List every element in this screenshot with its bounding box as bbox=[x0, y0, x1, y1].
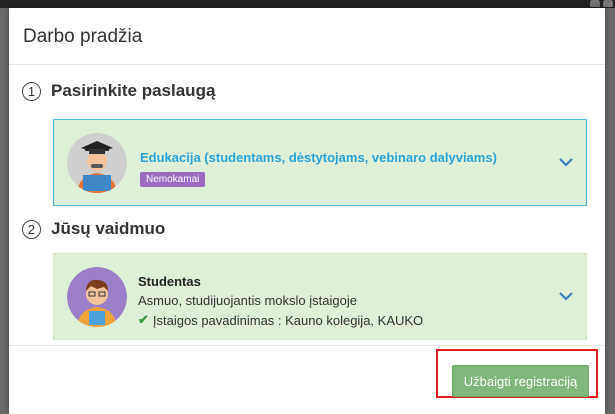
role-name: Studentas bbox=[138, 274, 201, 289]
chevron-down-icon[interactable] bbox=[558, 290, 574, 302]
modal-title: Darbo pradžia bbox=[23, 26, 143, 47]
chevron-down-icon[interactable] bbox=[558, 156, 574, 168]
step-1-title: Pasirinkite paslaugą bbox=[51, 81, 216, 100]
top-bar-icons bbox=[590, 0, 613, 8]
check-icon: ✔ bbox=[138, 312, 149, 327]
start-modal: Darbo pradžia 1 Pasirinkite paslaugą Edu… bbox=[9, 8, 605, 414]
user-icon[interactable] bbox=[590, 0, 600, 7]
step-1-heading: 1 Pasirinkite paslaugą bbox=[22, 81, 215, 101]
finish-registration-button[interactable]: Užbaigti registraciją bbox=[452, 365, 589, 397]
role-description: Asmuo, studijuojantis mokslo įstaigoje bbox=[138, 293, 357, 308]
service-card[interactable]: Edukacija (studentams, dėstytojams, vebi… bbox=[53, 119, 587, 206]
institution-text: Įstaigos pavadinimas : Kauno kolegija, K… bbox=[152, 312, 424, 328]
background-right-edge bbox=[605, 8, 615, 414]
role-institution: ✔ Įstaigos pavadinimas : Kauno kolegija,… bbox=[138, 312, 423, 328]
footer-divider bbox=[9, 345, 605, 346]
header-divider bbox=[9, 64, 605, 65]
step-1-number: 1 bbox=[22, 81, 41, 101]
top-bar bbox=[0, 0, 615, 8]
step-2-title: Jūsų vaidmuo bbox=[51, 219, 166, 238]
background-left-edge bbox=[0, 8, 9, 414]
graduate-avatar-icon bbox=[67, 133, 127, 193]
step-2-number: 2 bbox=[22, 219, 41, 239]
student-avatar-icon bbox=[67, 267, 127, 327]
user-menu-icon[interactable] bbox=[603, 0, 613, 7]
free-badge: Nemokamai bbox=[140, 172, 206, 187]
role-card[interactable]: Studentas Asmuo, studijuojantis mokslo į… bbox=[53, 253, 587, 340]
service-name: Edukacija (studentams, dėstytojams, vebi… bbox=[140, 150, 497, 165]
step-2-heading: 2 Jūsų vaidmuo bbox=[22, 219, 165, 239]
